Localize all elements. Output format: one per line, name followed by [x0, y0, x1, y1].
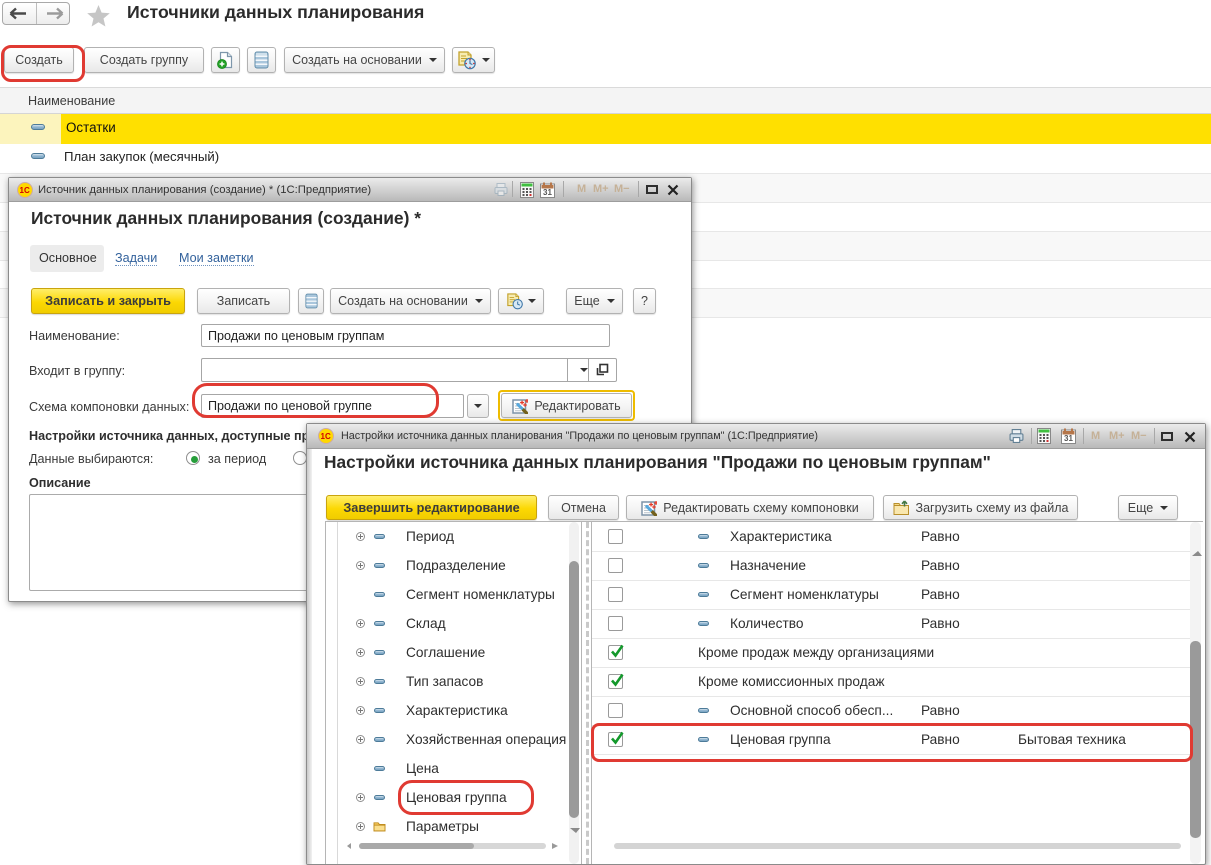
- svg-text:31: 31: [543, 188, 552, 197]
- svg-text:31: 31: [1064, 434, 1073, 443]
